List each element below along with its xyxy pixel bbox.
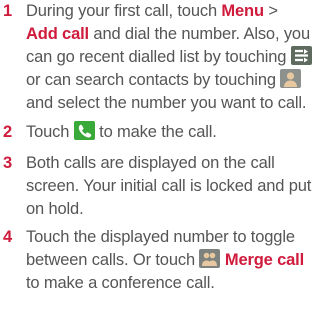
- step-4-line-1: Touch the displayed number to toggle: [26, 228, 295, 246]
- menu-label: Menu: [221, 2, 264, 20]
- merge-call-icon: [199, 249, 221, 268]
- step-3-line-2: screen. Your initial call is locked and …: [26, 177, 312, 195]
- contact-icon: [280, 69, 302, 88]
- step-1-line-2: Add call and dial the number. Also, you: [26, 25, 310, 43]
- step-3-line-1: Both calls are displayed on the call: [26, 154, 275, 172]
- step-1-line-3: can go recent dialled list by touching: [26, 46, 312, 69]
- step-2-line-1: Touch to make the call.: [26, 121, 217, 141]
- step-number: 1: [3, 2, 13, 20]
- step-1-line-1: During your first call, touch Menu >: [26, 2, 278, 20]
- step-3-line-3: on hold.: [26, 200, 84, 218]
- step-4-line-3: to make a conference call.: [26, 274, 215, 292]
- step-number: 2: [3, 123, 13, 141]
- step-1-line-5: and select the number you want to call.: [26, 94, 307, 112]
- merge-call-label: Merge call: [224, 251, 305, 269]
- recent-dialled-icon: [290, 46, 312, 65]
- step-number: 3: [3, 154, 13, 172]
- call-icon: [73, 121, 95, 140]
- add-call-label: Add call: [26, 25, 89, 43]
- step-1-line-4: or can search contacts by touching: [26, 69, 302, 92]
- step-4-line-2: between calls. Or touch Merge call: [26, 249, 305, 269]
- step-number: 4: [3, 228, 13, 246]
